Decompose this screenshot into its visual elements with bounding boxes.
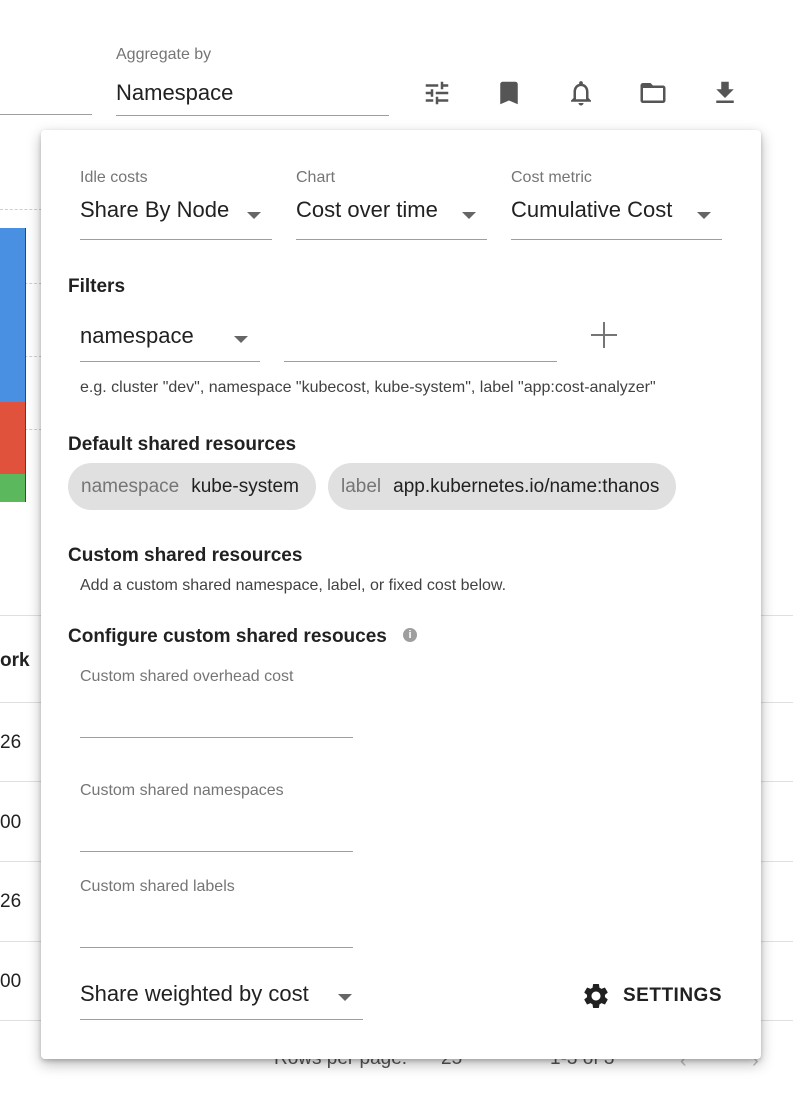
- bell-icon[interactable]: [564, 76, 598, 110]
- custom-overhead-label: Custom shared overhead cost: [80, 668, 294, 685]
- aggregate-by-underline: [116, 115, 389, 116]
- info-icon[interactable]: i: [403, 628, 417, 642]
- chip-key: namespace: [81, 475, 180, 497]
- shared-resource-chip[interactable]: label app.kubernetes.io/name:thanos: [328, 463, 677, 510]
- chart-underline: [296, 239, 487, 240]
- share-weight-value: Share weighted by cost: [80, 981, 309, 1006]
- chart-axis: [25, 228, 26, 502]
- table-cell: 00: [0, 812, 22, 833]
- report-settings-popup: Idle costs Share By Node Chart Cost over…: [41, 130, 761, 1059]
- chart-label: Chart: [296, 169, 336, 186]
- custom-overhead-input[interactable]: [80, 737, 353, 738]
- gear-icon: [584, 984, 608, 1008]
- filter-type-underline: [80, 361, 260, 362]
- idle-costs-underline: [80, 239, 272, 240]
- table-cell: 26: [0, 891, 22, 912]
- settings-button-label: SETTINGS: [623, 985, 723, 1006]
- cost-metric-label: Cost metric: [511, 169, 592, 186]
- default-shared-title: Default shared resources: [68, 434, 297, 455]
- chart-bar-segment-green: [0, 474, 25, 502]
- configure-custom-title: Configure custom shared resouces: [68, 626, 387, 647]
- custom-labels-input[interactable]: [80, 947, 353, 948]
- chevron-down-icon: [247, 212, 261, 219]
- chart-gridline: [0, 209, 42, 210]
- chip-value: kube-system: [191, 475, 299, 497]
- share-weight-select[interactable]: Share weighted by cost: [80, 968, 363, 1022]
- filter-hint: e.g. cluster "dev", namespace "kubecost,…: [80, 379, 656, 396]
- chevron-down-icon: [697, 212, 711, 219]
- filters-title: Filters: [68, 276, 126, 297]
- custom-namespaces-label: Custom shared namespaces: [80, 782, 284, 799]
- background-input-underline: [0, 114, 92, 115]
- chart-select[interactable]: Chart Cost over time: [296, 169, 487, 241]
- shared-resource-chip[interactable]: namespace kube-system: [68, 463, 316, 510]
- chip-value: app.kubernetes.io/name:thanos: [393, 475, 660, 497]
- filter-type-select[interactable]: namespace: [80, 310, 260, 364]
- custom-shared-title: Custom shared resources: [68, 545, 303, 566]
- aggregate-by-label: Aggregate by: [116, 46, 212, 63]
- aggregate-by-value: Namespace: [116, 80, 234, 105]
- chart-bar-segment-blue: [0, 228, 25, 402]
- custom-shared-description: Add a custom shared namespace, label, or…: [80, 577, 507, 594]
- cost-metric-underline: [511, 239, 722, 240]
- chart-bar-segment-red: [0, 402, 25, 474]
- chevron-down-icon: [234, 336, 248, 343]
- idle-costs-select[interactable]: Idle costs Share By Node: [80, 169, 272, 241]
- idle-costs-value: Share By Node: [80, 197, 230, 222]
- tune-icon[interactable]: [420, 76, 454, 110]
- share-weight-underline: [80, 1019, 363, 1020]
- folder-icon[interactable]: [636, 76, 670, 110]
- cost-metric-select[interactable]: Cost metric Cumulative Cost: [511, 169, 722, 241]
- idle-costs-label: Idle costs: [80, 169, 148, 186]
- filter-value-underline: [284, 361, 557, 362]
- bookmark-icon[interactable]: [492, 76, 526, 110]
- chevron-down-icon: [338, 994, 352, 1001]
- chip-key: label: [341, 475, 382, 497]
- chart-value: Cost over time: [296, 197, 438, 222]
- chevron-down-icon: [462, 212, 476, 219]
- table-cell: 00: [0, 971, 22, 992]
- filter-value-input[interactable]: [284, 310, 557, 364]
- cost-metric-value: Cumulative Cost: [511, 197, 673, 222]
- custom-labels-label: Custom shared labels: [80, 878, 235, 895]
- table-cell: 26: [0, 732, 22, 753]
- filter-type-value: namespace: [80, 323, 194, 348]
- custom-namespaces-input[interactable]: [80, 851, 353, 852]
- table-header-cell[interactable]: ork: [0, 650, 30, 672]
- settings-button[interactable]: SETTINGS: [581, 979, 722, 1013]
- download-icon[interactable]: [708, 76, 742, 110]
- add-filter-icon[interactable]: [591, 322, 617, 348]
